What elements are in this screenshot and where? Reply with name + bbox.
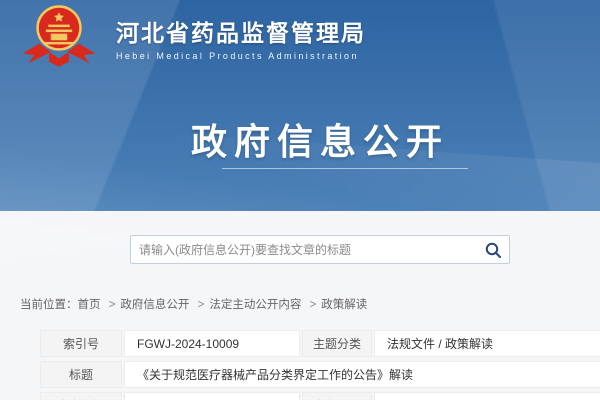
national-emblem-logo: [14, 4, 104, 70]
search-input[interactable]: [131, 236, 477, 263]
breadcrumb-policy-interpretation[interactable]: 政策解读: [321, 299, 367, 311]
site-name: 河北省药品监督管理局: [116, 14, 366, 48]
field-label-issuing-department: 发文部门: [40, 392, 122, 400]
field-value-topic-category: 法规文件 / 政策解读: [374, 330, 600, 357]
table-row: 发文部门 发布日期 2024-05-13: [40, 392, 600, 400]
breadcrumb-home[interactable]: 首页: [78, 299, 101, 311]
banner-underline: [222, 168, 468, 169]
search-icon: [484, 241, 502, 259]
breadcrumb-separator: >: [198, 299, 205, 311]
breadcrumb-info-disclosure[interactable]: 政府信息公开: [120, 299, 189, 311]
site-header: 河北省药品监督管理局 Hebei Medical Products Admini…: [14, 4, 366, 70]
site-title-group: 河北省药品监督管理局 Hebei Medical Products Admini…: [116, 14, 366, 61]
breadcrumb-label: 当前位置：: [20, 299, 78, 311]
field-label-publish-date: 发布日期: [302, 392, 372, 400]
search-button[interactable]: [477, 236, 509, 263]
breadcrumb-statutory-content[interactable]: 法定主动公开内容: [209, 299, 301, 311]
table-row: 索引号 FGWJ-2024-10009 主题分类 法规文件 / 政策解读: [40, 330, 600, 357]
breadcrumb-separator: >: [109, 299, 116, 311]
field-value-publish-date: 2024-05-13: [374, 392, 600, 400]
field-label-title: 标题: [40, 361, 122, 388]
field-value-index-number: FGWJ-2024-10009: [124, 330, 300, 357]
field-value-title: 《关于规范医疗器械产品分类界定工作的公告》解读: [124, 361, 600, 388]
info-table: 索引号 FGWJ-2024-10009 主题分类 法规文件 / 政策解读 标题 …: [38, 326, 600, 400]
search-bar: [130, 235, 510, 264]
hero-banner: 河北省药品监督管理局 Hebei Medical Products Admini…: [0, 0, 600, 211]
field-label-topic-category: 主题分类: [302, 330, 372, 357]
breadcrumb: 当前位置：首页 > 政府信息公开 > 法定主动公开内容 > 政策解读: [20, 296, 367, 312]
field-value-issuing-department: [124, 392, 300, 400]
page-title: 政府信息公开: [40, 113, 600, 165]
site-name-en: Hebei Medical Products Administration: [116, 51, 366, 61]
field-label-index-number: 索引号: [40, 330, 122, 357]
table-row: 标题 《关于规范医疗器械产品分类界定工作的公告》解读: [40, 361, 600, 388]
breadcrumb-separator: >: [310, 299, 317, 311]
page: 河北省药品监督管理局 Hebei Medical Products Admini…: [0, 0, 600, 400]
